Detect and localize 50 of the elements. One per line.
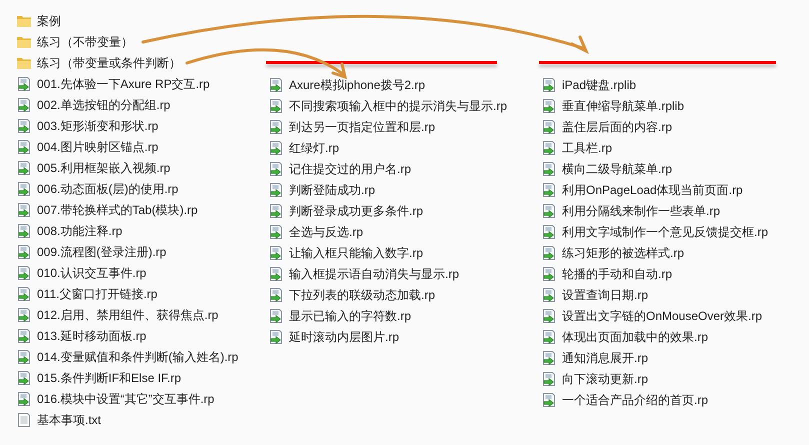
file-name[interactable]: iPad键盘.rplib [562,76,636,92]
file-name[interactable]: 016.模块中设置“其它”交互事件.rp [37,390,214,406]
file-name[interactable]: Axure模拟iphone拨号2.rp [289,76,426,92]
file-name[interactable]: 002.单选按钮的分配组.rp [37,96,170,112]
file-name[interactable]: 垂直伸缩导航菜单.rplib [562,98,684,114]
file-name[interactable]: 005.利用框架嵌入视频.rp [37,160,170,176]
file-name[interactable]: 利用文字域制作一个意见反馈提交框.rp [562,224,768,240]
file-name[interactable]: 到达另一页指定位置和层.rp [289,118,436,134]
file-name[interactable]: 010.认识交互事件.rp [37,264,146,280]
file-name[interactable]: 013.延时移动面板.rp [37,328,146,344]
file-name[interactable]: 输入框提示语自动消失与显示.rp [289,266,460,282]
file-name[interactable]: 004.图片映射区锚点.rp [37,138,158,154]
file-name[interactable]: 015.条件判断IF和Else IF.rp [37,370,182,386]
file-name[interactable]: 延时滚动内层图片.rp [289,328,400,344]
file-name[interactable]: 014.变量赋值和条件判断(输入姓名).rp [37,348,238,364]
file-name[interactable]: 盖住层后面的内容.rp [562,118,672,134]
file-name[interactable]: 让输入框只能输入数字.rp [289,244,424,260]
file-name[interactable]: 轮播的手动和自动.rp [562,266,672,282]
file-name[interactable]: 练习（带变量或条件判断） [37,54,181,70]
file-name[interactable]: 判断登录成功更多条件.rp [289,202,424,218]
file-name[interactable]: 利用分隔线来制作一些表单.rp [562,202,720,218]
file-name[interactable]: 练习矩形的被选样式.rp [562,244,684,260]
file-name[interactable]: 012.启用、禁用组件、获得焦点.rp [37,306,218,322]
file-name[interactable]: 判断登陆成功.rp [289,182,376,198]
file-name[interactable]: 设置查询日期.rp [562,286,648,302]
file-name[interactable]: 006.动态面板(层)的使用.rp [37,180,178,196]
file-name[interactable]: 003.矩形渐变和形状.rp [37,118,158,134]
file-name[interactable]: 不同搜索项输入框中的提示消失与显示.rp [289,98,508,114]
file-name[interactable]: 下拉列表的联级动态加载.rp [289,286,436,302]
file-name[interactable]: 横向二级导航菜单.rp [562,160,672,176]
file-name[interactable]: 全选与反选.rp [289,224,364,240]
file-name[interactable]: 008.功能注释.rp [37,222,122,238]
file-name[interactable]: 利用OnPageLoad体现当前页面.rp [562,182,743,198]
file-name[interactable]: 一个适合产品介绍的首页.rp [562,392,708,408]
file-name[interactable]: 011.父窗口打开链接.rp [37,286,158,302]
file-name[interactable]: 记住提交过的用户名.rp [289,160,412,176]
text-file-icon [16,412,32,428]
file-name[interactable]: 红绿灯.rp [289,140,340,156]
file-name[interactable]: 009.流程图(登录注册).rp [37,244,166,260]
file-name[interactable]: 案例 [37,12,61,28]
file-name[interactable]: 工具栏.rp [562,140,612,156]
file-name[interactable]: 通知消息展开.rp [562,350,648,366]
file-name[interactable]: 练习（不带变量） [37,34,133,50]
file-name[interactable]: 基本事项.txt [37,412,102,428]
file-name[interactable]: 设置出文字链的OnMouseOver效果.rp [562,308,762,324]
file-name[interactable]: 向下滚动更新.rp [562,370,648,386]
file-name[interactable]: 体现出页面加载中的效果.rp [562,328,708,344]
file-name[interactable]: 007.带轮换样式的Tab(模块).rp [37,202,198,218]
file-name[interactable]: 显示已输入的字符数.rp [289,308,412,324]
file-name[interactable]: 001.先体验一下Axure RP交互.rp [37,76,210,92]
